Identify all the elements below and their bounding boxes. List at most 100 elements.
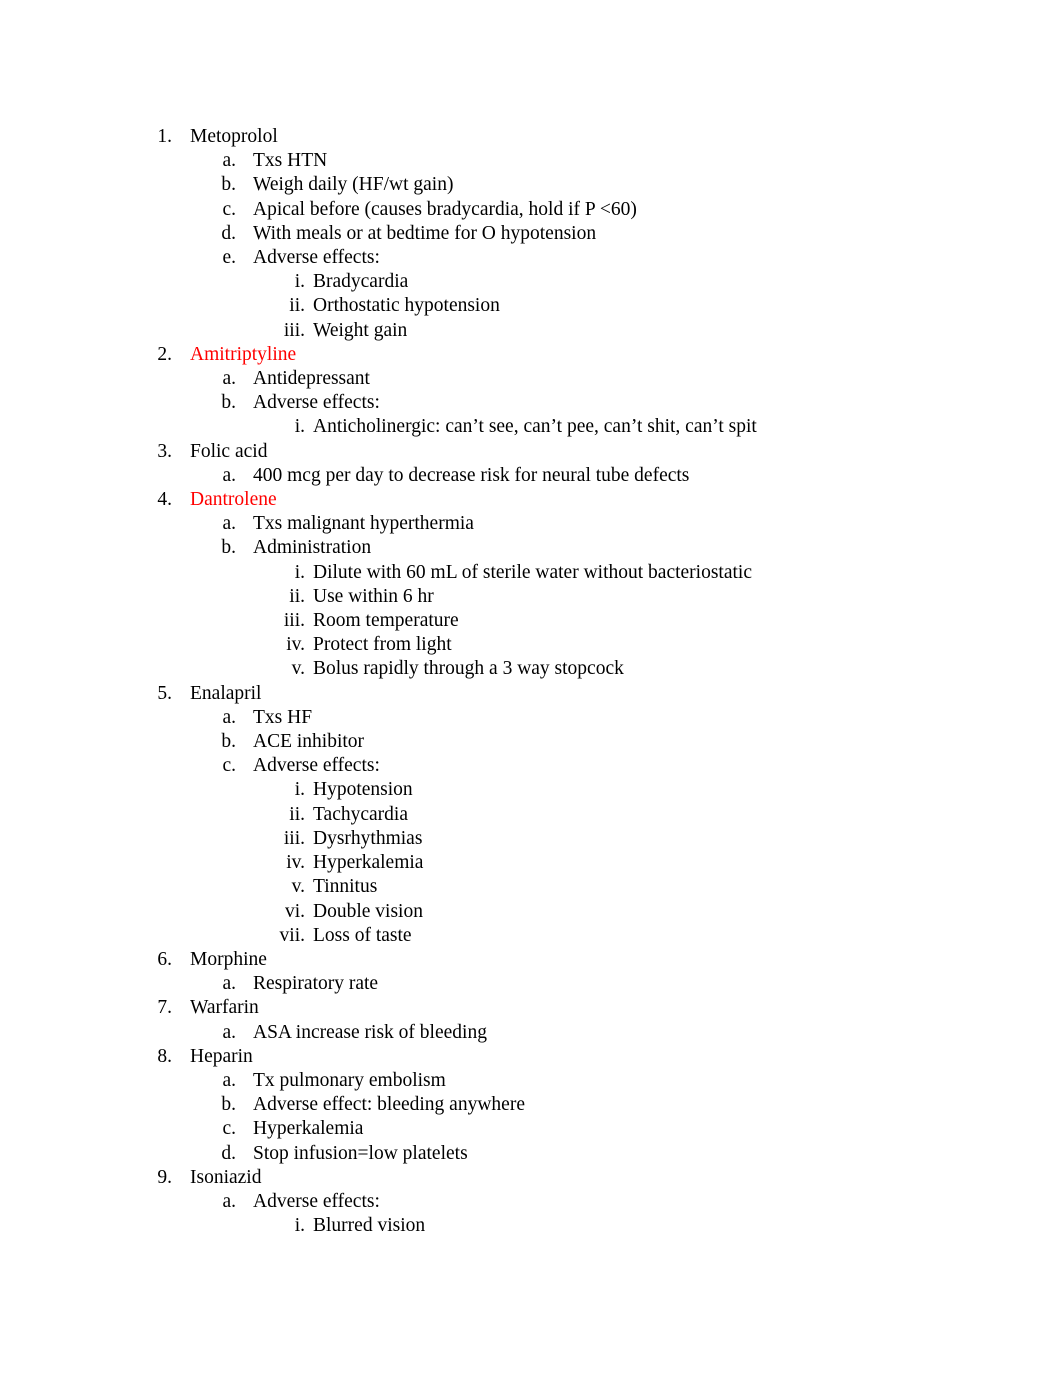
list-marker: ii. [289, 585, 305, 607]
outline-level-3: i. Hypotension ii. Tachycardia iii. Dysrhythm… [0, 778, 1062, 947]
outline-item-label: Enalapril [190, 682, 262, 704]
outline-item-heparin: 8. Heparin [0, 1045, 1062, 1069]
outline-item-label: Adverse effects: [253, 392, 380, 414]
list-marker: iii. [283, 827, 305, 849]
outline-item-stop-infusion-low-platelets: d. Stop infusion=low platelets [0, 1142, 1062, 1166]
outline-item-label: Anticholinergic: can’t see, can’t pee, c… [313, 416, 757, 438]
outline-level-3: i. Blurred vision [0, 1214, 1062, 1238]
outline-item-label: Loss of taste [313, 924, 412, 946]
list-marker: b. [221, 1094, 236, 1116]
list-marker: b. [221, 731, 236, 753]
list-marker: a. [222, 513, 236, 535]
list-marker: 9. [157, 1166, 172, 1188]
outline-item-label: Warfarin [190, 997, 259, 1019]
outline-item-weight-gain: iii. Weight gain [0, 319, 1062, 343]
outline-item-label: Orthostatic hypotension [313, 295, 500, 317]
outline-item-bradycardia: i. Bradycardia [0, 270, 1062, 294]
outline-item-adverse-effect-bleeding-anywhere: b. Adverse effect: bleeding anywhere [0, 1093, 1062, 1117]
list-marker: iv. [286, 634, 305, 656]
list-marker: c. [222, 755, 236, 777]
outline-item-room-temperature: iii. Room temperature [0, 609, 1062, 633]
outline-item-bolus-rapidly-through-a-3-way-stopcock: v. Bolus rapidly through a 3 way stopcock [0, 657, 1062, 681]
outline-level-3: i. Bradycardia ii. Orthostatic hypotension i… [0, 270, 1062, 343]
outline-item-adverse-effects: e. Adverse effects: [0, 246, 1062, 270]
outline-item-label: Weight gain [313, 319, 408, 341]
outline-level-2: a. Txs HTN b. Weigh daily (HF/wt gain) c. Api… [0, 149, 1062, 343]
outline-item-ace-inhibitor: b. ACE inhibitor [0, 730, 1062, 754]
outline-level-2: a. Adverse effects: i. Blurred vision [0, 1190, 1062, 1238]
outline-item-label: Isoniazid [190, 1166, 262, 1188]
outline-item-antidepressant: a. Antidepressant [0, 367, 1062, 391]
outline-item-use-within-6-hr: ii. Use within 6 hr [0, 585, 1062, 609]
list-marker: a. [222, 973, 236, 995]
outline-item-adverse-effects: a. Adverse effects: [0, 1190, 1062, 1214]
outline-item-label: Adverse effects: [253, 755, 380, 777]
list-marker: d. [221, 222, 236, 244]
list-marker: i. [294, 1215, 305, 1237]
outline-item-label: Respiratory rate [253, 973, 379, 995]
outline-item-label: Txs malignant hyperthermia [253, 513, 474, 535]
list-marker: 2. [157, 343, 172, 365]
list-marker: iv. [286, 852, 305, 874]
list-marker: iii. [283, 319, 305, 341]
list-marker: 1. [157, 126, 172, 147]
outline-item-anticholinergic-can-t-see-can-t-pee-can-: i. Anticholinergic: can’t see, can’t pee,… [0, 415, 1062, 439]
outline-item-label: ASA increase risk of bleeding [253, 1021, 487, 1043]
list-marker: b. [221, 174, 236, 196]
list-marker: 3. [157, 440, 172, 462]
outline-item-txs-htn: a. Txs HTN [0, 149, 1062, 173]
outline-item-hyperkalemia: iv. Hyperkalemia [0, 851, 1062, 875]
list-marker: a. [222, 1190, 236, 1212]
outline-item-tinnitus: v. Tinnitus [0, 875, 1062, 899]
outline-level-2: a. Tx pulmonary embolism b. Adverse effect:… [0, 1069, 1062, 1166]
outline-item-double-vision: vi. Double vision [0, 900, 1062, 924]
outline-item-label: Amitriptyline [190, 343, 297, 365]
outline-item-label: Adverse effects: [253, 247, 380, 269]
outline-item-label: Txs HTN [253, 150, 328, 172]
outline-item-label: Use within 6 hr [313, 585, 434, 607]
outline-item-label: ACE inhibitor [253, 731, 365, 753]
outline-item-dantrolene: 4. Dantrolene [0, 488, 1062, 512]
outline-item-folic-acid: 3. Folic acid [0, 440, 1062, 464]
outline-level-2: a. Antidepressant b. Adverse effects: i. Anti… [0, 367, 1062, 440]
outline-item-with-meals-or-at-bedtime-for-o-hypotensi: d. With meals or at bedtime for O hypoten… [0, 222, 1062, 246]
list-marker: i. [294, 561, 305, 583]
outline-item-adverse-effects: b. Adverse effects: [0, 391, 1062, 415]
outline-item-blurred-vision: i. Blurred vision [0, 1214, 1062, 1238]
list-marker: iii. [283, 610, 305, 632]
outline-item-label: Dysrhythmias [313, 827, 423, 849]
outline-item-label: Apical before (causes bradycardia, hold … [253, 198, 637, 220]
list-marker: 6. [157, 948, 172, 970]
document-page: 1. Metoprolol a. Txs HTN b. Weigh daily (HF/w… [0, 0, 1062, 1377]
outline-item-label: Administration [253, 537, 372, 559]
outline-item-warfarin: 7. Warfarin [0, 996, 1062, 1020]
outline-item-txs-malignant-hyperthermia: a. Txs malignant hyperthermia [0, 512, 1062, 536]
list-marker: c. [222, 1118, 236, 1140]
outline-item-txs-hf: a. Txs HF [0, 706, 1062, 730]
list-marker: 4. [157, 489, 172, 511]
outline-item-label: With meals or at bedtime for O hypotensi… [253, 222, 597, 244]
pharmacology-outline: 1. Metoprolol a. Txs HTN b. Weigh daily (HF/w… [0, 125, 1062, 1238]
outline-item-label: Blurred vision [313, 1215, 426, 1237]
list-marker: 8. [157, 1045, 172, 1067]
list-marker: a. [222, 368, 236, 390]
list-marker: b. [221, 392, 236, 414]
list-marker: a. [222, 706, 236, 728]
outline-item-protect-from-light: iv. Protect from light [0, 633, 1062, 657]
list-marker: 5. [157, 682, 172, 704]
outline-item-amitriptyline: 2. Amitriptyline [0, 343, 1062, 367]
list-marker: a. [222, 150, 236, 172]
outline-item-label: Dilute with 60 mL of sterile water witho… [313, 561, 752, 583]
outline-item-label: Protect from light [313, 634, 452, 656]
outline-level-3: i. Dilute with 60 mL of sterile water wit… [0, 561, 1062, 682]
outline-item-400-mcg-per-day-to-decrease-risk-for-neu: a. 400 mcg per day to decrease risk for n… [0, 464, 1062, 488]
outline-item-label: Folic acid [190, 440, 268, 462]
outline-item-administration: b. Administration [0, 536, 1062, 560]
outline-level-1: 1. Metoprolol a. Txs HTN b. Weigh daily (HF/w… [0, 125, 1062, 1238]
outline-item-label: Double vision [313, 900, 423, 922]
list-marker: vi. [284, 900, 305, 922]
outline-item-label: Txs HF [253, 706, 313, 728]
outline-item-respiratory-rate: a. Respiratory rate [0, 972, 1062, 996]
outline-item-dysrhythmias: iii. Dysrhythmias [0, 827, 1062, 851]
outline-item-label: Metoprolol [190, 126, 278, 147]
